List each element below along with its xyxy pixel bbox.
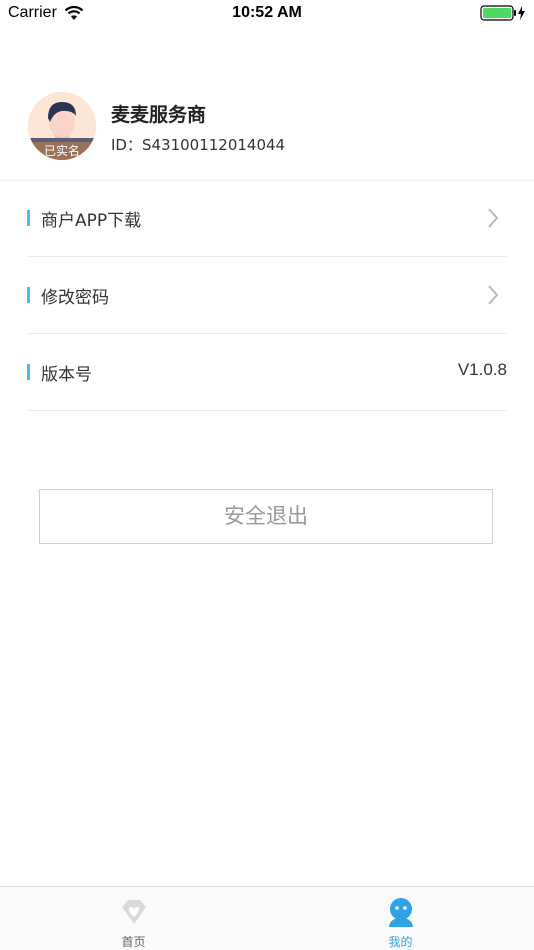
- menu-accent-bar: [27, 287, 30, 303]
- profile-icon: [386, 897, 416, 933]
- settings-menu: 商户APP下载 修改密码 版本号 V1.0.8: [0, 180, 534, 411]
- avatar[interactable]: 已实名: [28, 92, 96, 160]
- chevron-right-icon: [487, 284, 499, 310]
- home-heart-icon: [119, 897, 149, 931]
- profile-header: 已实名 麦麦服务商 ID：S43100112014044: [0, 88, 534, 181]
- menu-item-label: 修改密码: [41, 288, 109, 308]
- tab-profile[interactable]: 我的: [267, 887, 534, 950]
- logout-button[interactable]: 安全退出: [39, 489, 493, 544]
- tab-bar: 首页 我的: [0, 886, 534, 950]
- clock: 10:52 AM: [232, 4, 302, 21]
- profile-name: 麦麦服务商: [111, 104, 207, 126]
- tab-home[interactable]: 首页: [0, 887, 267, 950]
- status-bar: Carrier 10:52 AM: [0, 0, 534, 28]
- menu-item-label: 版本号: [41, 365, 92, 385]
- version-value: V1.0.8: [457, 360, 507, 379]
- menu-item-label: 商户APP下载: [41, 211, 142, 231]
- menu-accent-bar: [27, 210, 30, 226]
- menu-item-merchant-app-download[interactable]: 商户APP下载: [27, 180, 507, 257]
- battery-icon: [480, 5, 526, 25]
- menu-accent-bar: [27, 364, 30, 380]
- menu-item-version: 版本号 V1.0.8: [27, 334, 507, 411]
- menu-item-change-password[interactable]: 修改密码: [27, 257, 507, 334]
- profile-id: ID：S43100112014044: [111, 136, 286, 154]
- verified-badge: 已实名: [28, 142, 96, 160]
- tab-label: 首页: [121, 935, 146, 949]
- chevron-right-icon: [487, 207, 499, 233]
- tab-label: 我的: [388, 935, 413, 949]
